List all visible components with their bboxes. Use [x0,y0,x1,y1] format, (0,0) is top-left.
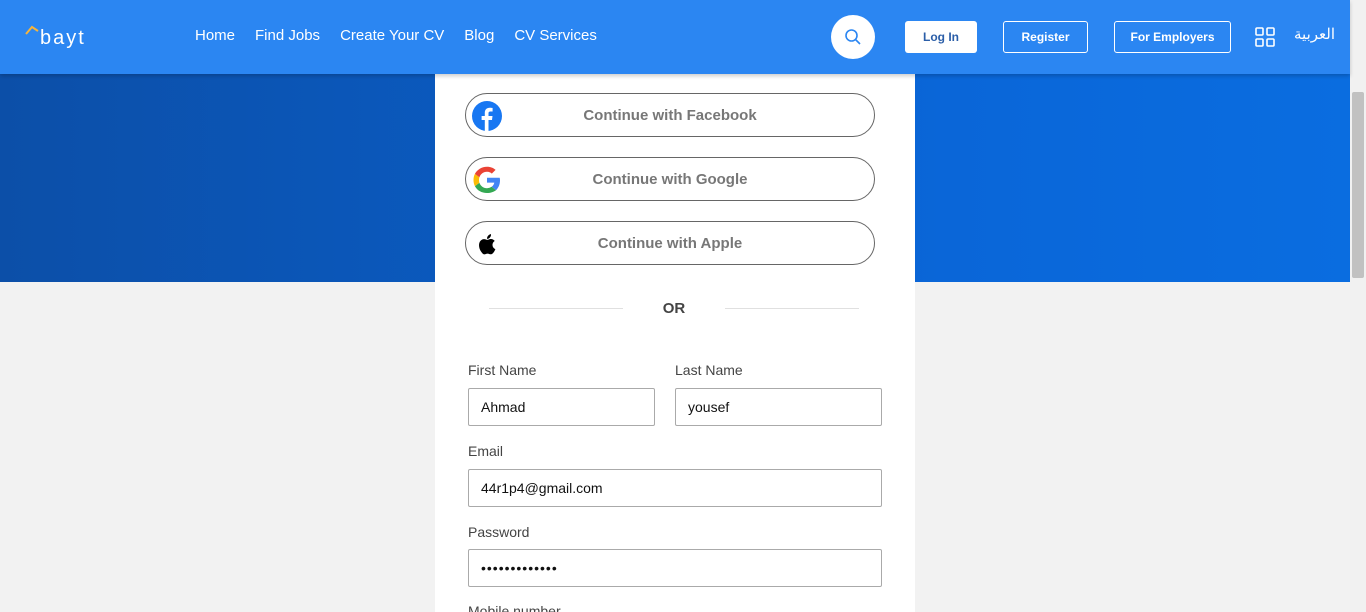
apple-signup-label: Continue with Apple [597,234,743,252]
last-name-label: Last Name [675,362,743,378]
nav-create-cv[interactable]: Create Your CV [340,27,444,44]
google-signup-button[interactable]: Continue with Google [465,157,875,201]
scrollbar-thumb[interactable] [1352,92,1364,278]
apple-icon [479,234,496,255]
main-nav: Home Find Jobs Create Your CV Blog CV Se… [195,27,597,44]
mobile-number-label: Mobile number [468,603,561,612]
nav-cv-services[interactable]: CV Services [514,27,597,44]
nav-find-jobs[interactable]: Find Jobs [255,27,320,44]
google-signup-label: Continue with Google [592,170,748,188]
facebook-icon [472,101,502,131]
search-button[interactable] [831,15,875,59]
nav-blog[interactable]: Blog [464,27,494,44]
search-icon [845,29,861,45]
email-field[interactable]: 44r1p4@gmail.com [468,469,882,507]
grid-icon[interactable] [1255,27,1275,47]
google-icon [473,166,500,193]
nav-home[interactable]: Home [195,27,235,44]
email-label: Email [468,443,504,459]
signup-card: Continue with Facebook Continue with Goo… [435,74,915,612]
facebook-signup-label: Continue with Facebook [583,106,757,124]
language-switch[interactable]: العربية [1294,25,1335,43]
svg-text:bayt: bayt [40,27,86,48]
login-button[interactable]: Log In [905,21,977,53]
first-name-label: First Name [468,362,537,378]
bayt-logo[interactable]: bayt [24,24,114,49]
register-button[interactable]: Register [1003,21,1088,53]
password-label: Password [468,524,530,540]
for-employers-button[interactable]: For Employers [1114,21,1231,53]
or-divider: OR [489,299,859,319]
or-label: OR [662,300,686,317]
apple-signup-button[interactable]: Continue with Apple [465,221,875,265]
last-name-field[interactable]: yousef [675,388,882,426]
facebook-signup-button[interactable]: Continue with Facebook [465,93,875,137]
top-header: bayt Home Find Jobs Create Your CV Blog … [0,0,1350,74]
first-name-field[interactable]: Ahmad [468,388,655,426]
password-field[interactable]: ••••••••••••• [468,549,882,587]
